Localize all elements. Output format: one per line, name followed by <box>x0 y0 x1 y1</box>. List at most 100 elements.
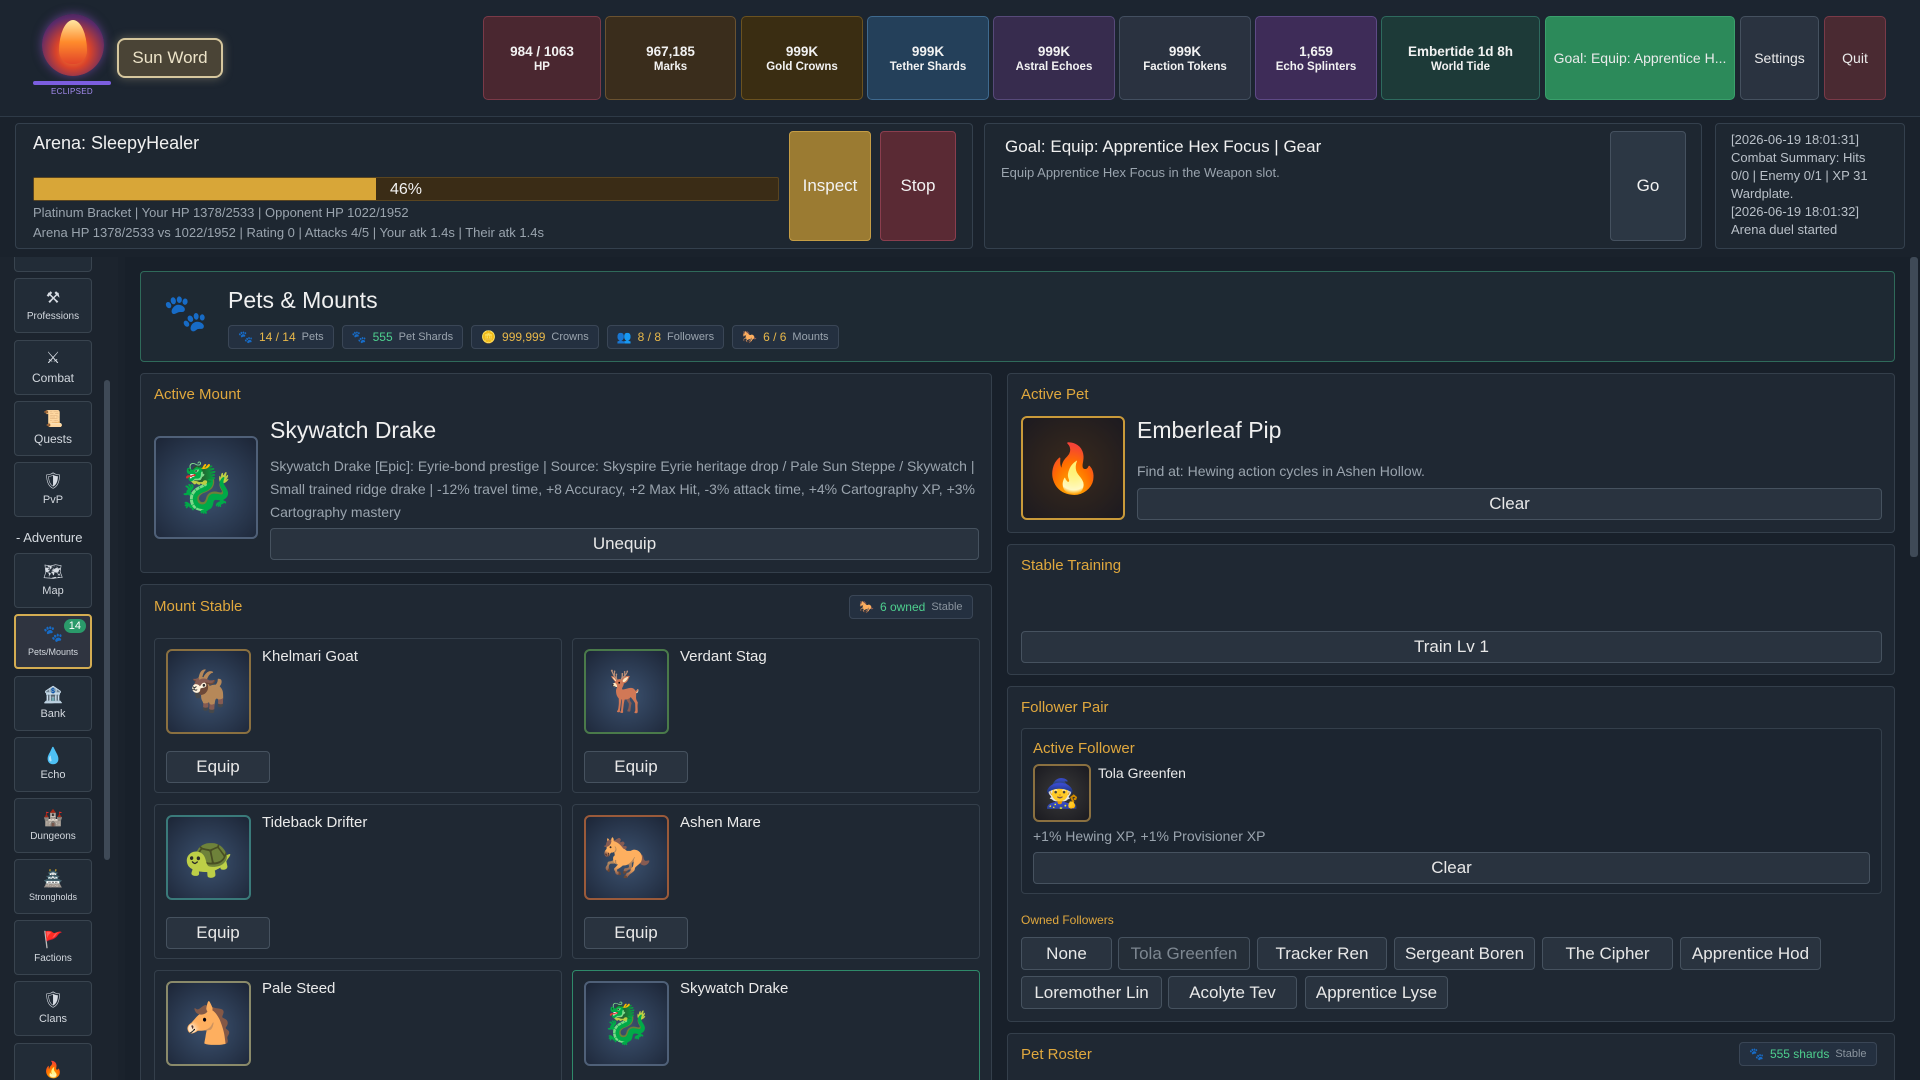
sidebar-item-dungeons[interactable]: 🏰 Dungeons <box>14 798 92 853</box>
go-button[interactable]: Go <box>1610 131 1686 241</box>
clear-pet-button[interactable]: Clear <box>1137 488 1882 520</box>
top-bar: ECLIPSED Sun Word 984 / 1063 HP 967,185 Ma… <box>0 0 1920 117</box>
stop-button[interactable]: Stop <box>880 131 956 241</box>
stat-value: 999K <box>785 43 819 59</box>
page-scrollbar-thumb[interactable] <box>1910 257 1918 557</box>
sidebar-item-label: Map <box>42 585 64 597</box>
sidebar-scrollbar-thumb[interactable] <box>104 380 110 860</box>
active-mount-description: Skywatch Drake [Epic]: Eyrie-bond presti… <box>270 458 975 520</box>
sidebar-item-factions[interactable]: 🚩 Factions <box>14 920 92 975</box>
train-button[interactable]: Train Lv 1 <box>1021 631 1882 663</box>
horse-icon: 🐎 <box>859 600 874 614</box>
mount-name: Verdant Stag <box>680 648 767 665</box>
sidebar-item-label: Professions <box>26 310 80 322</box>
mount-name: Pale Steed <box>262 980 336 997</box>
dungeon-icon: 🏰 <box>43 809 63 827</box>
pets-count-badge: 14 <box>63 619 86 633</box>
sidebar-item-combat[interactable]: ⚔ Combat <box>14 340 92 395</box>
chip-crowns: 🪙 999,999 Crowns <box>471 325 599 349</box>
chip-label: Followers <box>667 331 715 343</box>
sidebar-item-clans[interactable]: 🛡 Clans <box>14 981 92 1036</box>
sidebar-item-pvp[interactable]: 🛡 PvP <box>14 462 92 517</box>
horse-icon: 🐎 <box>742 330 758 344</box>
follower-option-tracker-ren[interactable]: Tracker Ren <box>1257 937 1387 970</box>
owned-tag: Stable <box>931 601 963 613</box>
quit-button[interactable]: Quit <box>1824 16 1886 100</box>
logo-bar <box>33 81 111 85</box>
active-mount-name: Skywatch Drake <box>270 417 437 443</box>
goal-shortcut-button[interactable]: Goal: Equip: Apprentice H... <box>1545 16 1735 100</box>
settings-button[interactable]: Settings <box>1740 16 1819 100</box>
follower-option-loremother-lin[interactable]: Loremother Lin <box>1021 976 1162 1009</box>
pet-shards-chip: 🐾 555 shards Stable <box>1739 1042 1877 1066</box>
pet-roster-heading: Pet Roster <box>1021 1046 1092 1063</box>
crossed-swords-icon: ⚔ <box>45 350 61 367</box>
active-pet-heading: Active Pet <box>1021 386 1089 403</box>
chip-value: 14 / 14 <box>258 330 296 344</box>
paw-icon: 🐾 <box>238 330 253 344</box>
steed-portrait-icon: 🐴 <box>166 981 251 1066</box>
mount-name: Tideback Drifter <box>262 814 368 831</box>
follower-option-apprentice-hod[interactable]: Apprentice Hod <box>1680 937 1821 970</box>
owned-count: 6 owned <box>879 600 926 614</box>
mount-name: Ashen Mare <box>680 814 761 831</box>
owned-followers-heading: Owned Followers <box>1021 913 1114 927</box>
sidebar-item-map[interactable]: 🗺 Map <box>14 553 92 608</box>
sidebar-item-quests[interactable]: 📜 Quests <box>14 401 92 456</box>
goat-portrait-icon: 🐐 <box>166 649 251 734</box>
inspect-button[interactable]: Inspect <box>789 131 871 241</box>
paw-icon: 🐾 <box>1749 1047 1764 1061</box>
sidebar-item-strongholds[interactable]: 🏯 Strongholds <box>14 859 92 914</box>
sidebar-item-pets-mounts[interactable]: 14 🐾 Pets/Mounts <box>14 614 92 669</box>
active-pet-location: Find at: Hewing action cycles in Ashen H… <box>1137 463 1425 479</box>
sidebar-item-label: Bank <box>40 708 66 720</box>
pet-shards-tag: Stable <box>1835 1048 1867 1060</box>
stat-label: Marks <box>653 60 688 73</box>
chip-value: 555 <box>372 330 393 344</box>
log-line: 0/0 | Enemy 0/1 | XP 31 <box>1731 168 1868 183</box>
log-line: Wardplate. <box>1731 186 1794 201</box>
sidebar-item-label: PvP <box>42 494 64 506</box>
clear-follower-button[interactable]: Clear <box>1033 852 1870 884</box>
follower-option-none[interactable]: None <box>1021 937 1112 970</box>
equip-verdant-stag-button[interactable]: Equip <box>584 751 688 783</box>
follower-option-the-cipher[interactable]: The Cipher <box>1542 937 1673 970</box>
stat-value: 967,185 <box>646 43 695 59</box>
chip-label: Pet Shards <box>398 331 454 343</box>
equip-ashen-mare-button[interactable]: Equip <box>584 917 688 949</box>
follower-option-tola-greenfen[interactable]: Tola Greenfen <box>1118 937 1250 970</box>
drake-portrait-icon: 🐉 <box>584 981 669 1066</box>
logo-caption: ECLIPSED <box>51 87 93 96</box>
sidebar-item-label: Clans <box>38 1013 68 1025</box>
sidebar-item-bank[interactable]: 🏦 Bank <box>14 676 92 731</box>
sun-word-button[interactable]: Sun Word <box>117 38 223 78</box>
arena-progress-label: 46% <box>390 181 423 198</box>
active-follower-name: Tola Greenfen <box>1098 765 1186 781</box>
equip-khelmari-goat-button[interactable]: Equip <box>166 751 270 783</box>
follower-option-acolyte-tev[interactable]: Acolyte Tev <box>1168 976 1297 1009</box>
sidebar-item-gear[interactable] <box>14 257 92 272</box>
stat-label: Gold Crowns <box>766 60 838 73</box>
unequip-button[interactable]: Unequip <box>270 528 979 560</box>
stat-label: World Tide <box>1431 60 1490 73</box>
chip-followers: 👥 8 / 8 Followers <box>606 325 725 349</box>
equip-tideback-drifter-button[interactable]: Equip <box>166 917 270 949</box>
scroll-icon: 📜 <box>43 411 63 428</box>
stat-marks: 967,185 Marks <box>605 16 736 100</box>
mount-name: Skywatch Drake <box>680 980 789 997</box>
sidebar-item-echo[interactable]: 💧 Echo <box>14 737 92 792</box>
chip-value: 8 / 8 <box>637 330 662 344</box>
horse-portrait-icon: 🐎 <box>584 815 669 900</box>
ember-pet-portrait-icon: 🔥 <box>1021 416 1125 520</box>
chip-pet-shards: 🐾 555 Pet Shards <box>341 325 464 349</box>
follower-option-sergeant-boren[interactable]: Sergeant Boren <box>1394 937 1535 970</box>
follower-option-apprentice-lyse[interactable]: Apprentice Lyse <box>1305 976 1448 1009</box>
arena-detail-line: Arena HP 1378/2533 vs 1022/1952 | Rating… <box>33 225 544 240</box>
goal-title: Goal: Equip: Apprentice Hex Focus | Gear <box>1005 137 1322 156</box>
sidebar-item-label: Combat <box>31 371 75 385</box>
chip-label: Crowns <box>551 331 589 343</box>
sidebar-item-more[interactable]: 🔥 <box>14 1043 92 1080</box>
paw-icon: 🐾 <box>43 626 63 643</box>
log-line: Arena duel started <box>1731 222 1838 237</box>
sidebar-item-professions[interactable]: ⚒ Professions <box>14 278 92 333</box>
